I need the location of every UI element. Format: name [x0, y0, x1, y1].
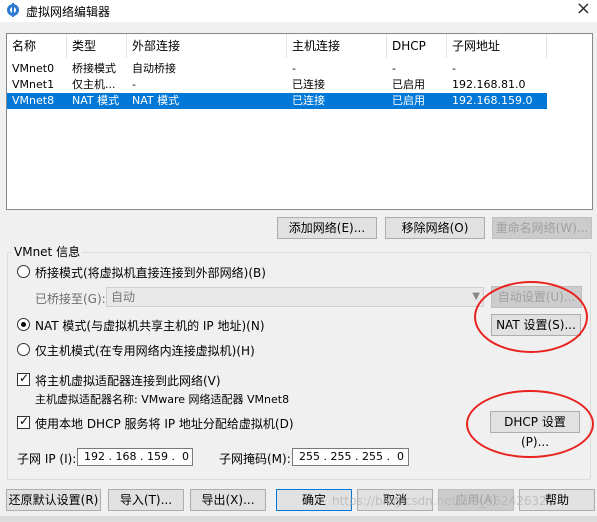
cell-host: 已连接 [292, 94, 325, 107]
bridged-to-value: 自动 [111, 290, 136, 304]
column-header-name[interactable]: 名称 [7, 34, 67, 58]
window-title: 虚拟网络编辑器 [26, 5, 111, 19]
chevron-down-icon: ▼ [472, 291, 480, 302]
import-button[interactable]: 导入(T)... [108, 489, 184, 511]
cell-external: 自动桥接 [132, 62, 176, 75]
column-header-type[interactable]: 类型 [67, 34, 127, 58]
bridge-mode-radio[interactable] [17, 265, 30, 278]
column-header-dhcp[interactable]: DHCP [387, 34, 447, 58]
cell-host: 已连接 [292, 78, 325, 91]
export-button[interactable]: 导出(X)... [190, 489, 266, 511]
column-header-external[interactable]: 外部连接 [127, 34, 287, 58]
table-row-selected[interactable]: VMnet8 NAT 模式 NAT 模式 已连接 已启用 192.168.159… [7, 93, 547, 109]
network-editor-icon [7, 3, 19, 17]
bottom-edge [0, 516, 597, 522]
apply-button[interactable]: 应用(A) [438, 489, 514, 511]
bridged-to-select[interactable]: 自动 ▼ [106, 287, 484, 307]
cell-external: - [132, 78, 136, 91]
nat-mode-label[interactable]: NAT 模式(与虚拟机共享主机的 IP 地址)(N) [35, 317, 265, 334]
ok-button[interactable]: 确定 [276, 489, 352, 511]
dhcp-label[interactable]: 使用本地 DHCP 服务将 IP 地址分配给虚拟机(D) [35, 415, 294, 432]
bridge-mode-label[interactable]: 桥接模式(将虚拟机直接连接到外部网络)(B) [35, 264, 266, 281]
auto-settings-button[interactable]: 自动设置(U)... [491, 286, 582, 308]
cell-subnet: 192.168.81.0 [452, 78, 526, 91]
cell-type: NAT 模式 [72, 94, 120, 107]
nat-settings-button[interactable]: NAT 设置(S)... [491, 314, 581, 336]
list-header: 名称 类型 外部连接 主机连接 DHCP 子网地址 [7, 34, 592, 58]
table-row[interactable]: VMnet0 桥接模式 自动桥接 - - - [7, 61, 547, 77]
host-only-label[interactable]: 仅主机模式(在专用网络内连接虚拟机)(H) [35, 342, 255, 359]
subnet-ip-field[interactable]: 192 . 168 . 159 . 0 [77, 448, 193, 466]
cell-type: 仅主机... [72, 78, 116, 91]
nat-mode-radio[interactable] [17, 318, 30, 331]
cell-subnet: - [452, 62, 456, 75]
subnet-ip-label: 子网 IP (I): [17, 452, 77, 466]
cell-dhcp: 已启用 [392, 78, 425, 91]
cell-name: VMnet0 [12, 62, 55, 75]
cell-subnet: 192.168.159.0 [452, 94, 533, 107]
rename-network-button[interactable]: 重命名网络(W)... [492, 217, 592, 239]
add-network-button[interactable]: 添加网络(E)... [277, 217, 377, 239]
dhcp-settings-button[interactable]: DHCP 设置(P)... [490, 411, 580, 449]
subnet-mask-label: 子网掩码(M): [219, 452, 291, 466]
cell-type: 桥接模式 [72, 62, 116, 75]
restore-defaults-button[interactable]: 还原默认设置(R) [6, 489, 101, 511]
cell-dhcp: - [392, 62, 396, 75]
vmnet-info-label: VMnet 信息 [12, 243, 83, 260]
host-only-radio[interactable] [17, 343, 30, 356]
cell-dhcp: 已启用 [392, 94, 425, 107]
remove-network-button[interactable]: 移除网络(O) [385, 217, 485, 239]
dhcp-checkbox[interactable] [17, 414, 30, 429]
cell-name: VMnet8 [12, 94, 55, 107]
cancel-button[interactable]: 取消 [357, 489, 433, 511]
help-button[interactable]: 帮助 [519, 489, 595, 511]
network-list[interactable]: 名称 类型 外部连接 主机连接 DHCP 子网地址 VMnet0 桥接模式 自动… [6, 33, 593, 210]
cell-external: NAT 模式 [132, 94, 180, 107]
close-button[interactable]: × [576, 0, 591, 19]
subnet-mask-field[interactable]: 255 . 255 . 255 . 0 [292, 448, 409, 466]
connect-adapter-checkbox[interactable] [17, 371, 30, 386]
bridged-to-label: 已桥接至(G): [35, 292, 106, 306]
column-header-subnet[interactable]: 子网地址 [447, 34, 547, 58]
cell-name: VMnet1 [12, 78, 55, 91]
title-bar: 虚拟网络编辑器 × [0, 0, 597, 22]
cell-host: - [292, 62, 296, 75]
table-row[interactable]: VMnet1 仅主机... - 已连接 已启用 192.168.81.0 [7, 77, 547, 93]
adapter-name-text: 主机虚拟适配器名称: VMware 网络适配器 VMnet8 [35, 393, 290, 406]
column-header-host[interactable]: 主机连接 [287, 34, 387, 58]
connect-adapter-label[interactable]: 将主机虚拟适配器连接到此网络(V) [35, 372, 221, 389]
